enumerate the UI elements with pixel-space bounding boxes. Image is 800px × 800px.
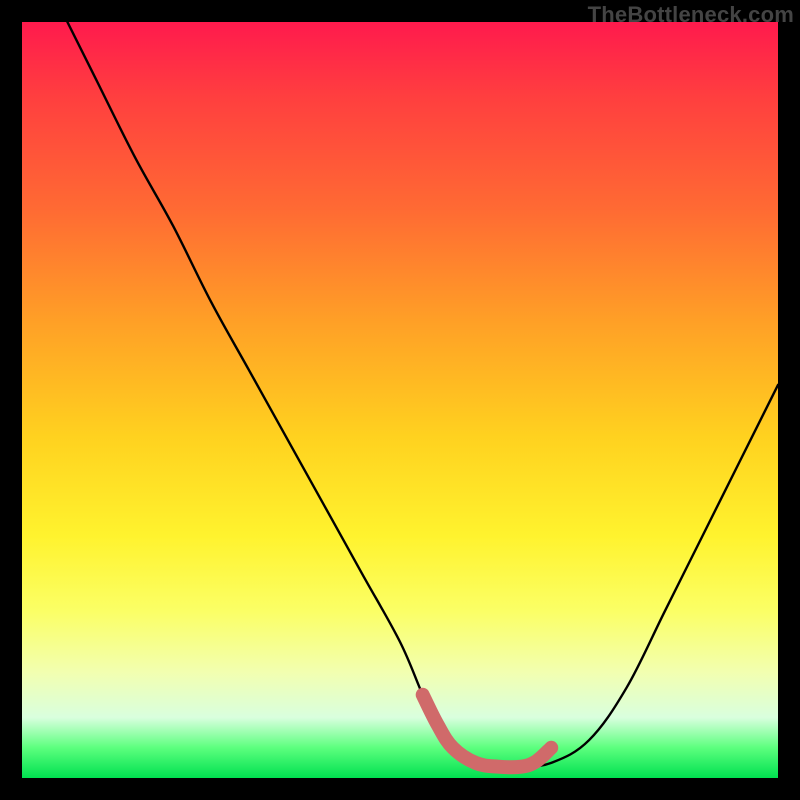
bottleneck-curve — [67, 22, 778, 767]
plot-area — [22, 22, 778, 778]
highlight-band — [423, 695, 552, 767]
curve-layer — [22, 22, 778, 778]
chart-frame: TheBottleneck.com — [0, 0, 800, 800]
watermark-text: TheBottleneck.com — [588, 2, 794, 28]
